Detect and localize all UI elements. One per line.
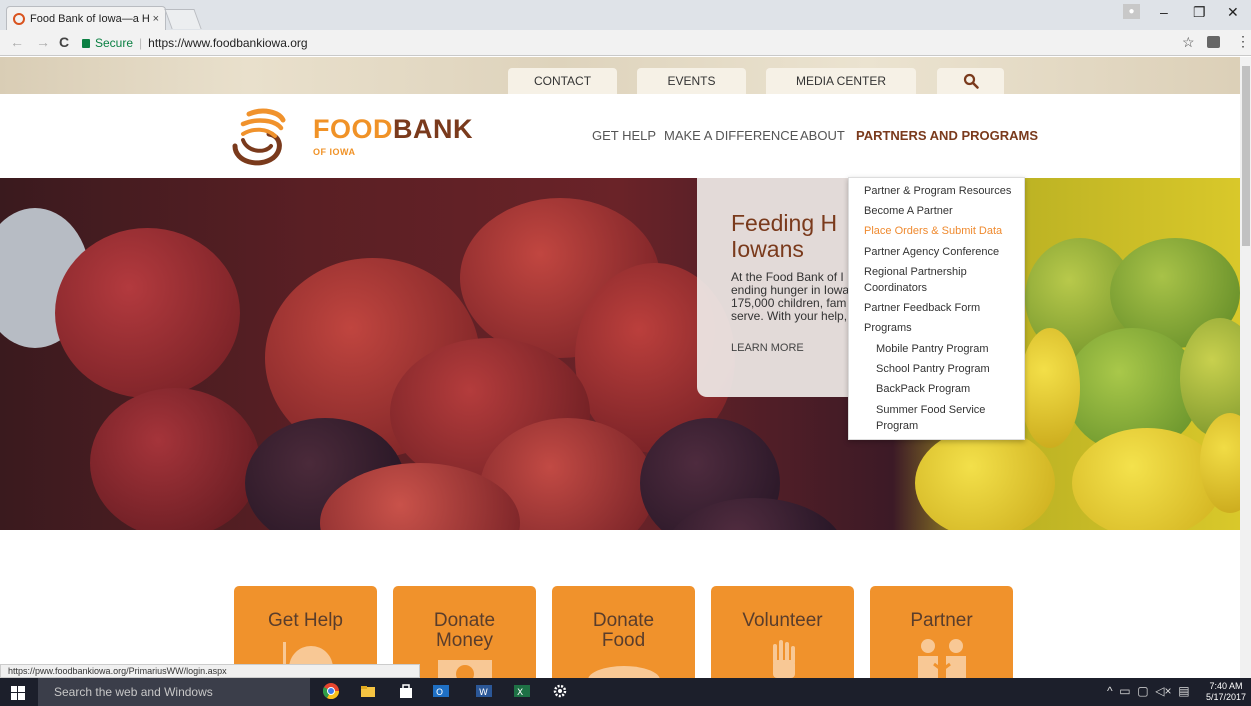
hero-pomegranate	[90, 388, 260, 530]
menu-item-become-a-partner[interactable]: Become A Partner	[864, 203, 1022, 219]
tile-label: Partner	[910, 610, 973, 631]
tile-label: Money	[435, 630, 494, 651]
windows-start-icon[interactable]	[11, 686, 25, 700]
hand-icon	[772, 640, 795, 678]
menu-item-summer-food-service[interactable]: Summer Food Service Program	[876, 402, 996, 434]
nav-make-a-difference[interactable]: MAKE A DIFFERENCE	[664, 128, 798, 143]
hero-lemon	[1020, 328, 1080, 448]
handshake-icon	[917, 639, 966, 678]
utility-media-center[interactable]: MEDIA CENTER	[766, 68, 916, 94]
menu-item-partner-program-resources[interactable]: Partner & Program Resources	[864, 183, 1022, 199]
system-tray-icons[interactable]: ^ ▭ ▢ ◁× ▤	[1107, 684, 1190, 698]
menu-item-backpack[interactable]: BackPack Program	[876, 381, 1016, 397]
close-window-icon[interactable]: ✕	[1227, 4, 1239, 21]
utility-events[interactable]: EVENTS	[637, 68, 746, 94]
settings-gear-icon[interactable]	[552, 683, 568, 699]
tab-close-icon[interactable]: ×	[153, 13, 159, 25]
excel-icon[interactable]: X	[514, 683, 530, 699]
tab-title: Food Bank of Iowa—a H	[30, 12, 149, 25]
utility-strip	[0, 57, 1240, 94]
hero-title: Feeding H Iowans	[731, 210, 837, 262]
logo-subtitle: OF IOWA	[313, 147, 356, 157]
hero-title-line1: Feeding H	[731, 210, 838, 236]
extension-icon[interactable]	[1207, 36, 1220, 48]
food-bank-logo-icon[interactable]	[229, 106, 293, 168]
status-bar-url: https://pww.foodbankiowa.org/PrimariusWW…	[0, 664, 420, 678]
tile-donate-food[interactable]: Donate Food	[552, 586, 695, 678]
search-icon	[963, 73, 979, 89]
hero-image	[0, 178, 1240, 530]
browser-tab[interactable]: Food Bank of Iowa—a H ×	[6, 6, 166, 30]
tile-partner[interactable]: Partner	[870, 586, 1013, 678]
minimize-icon[interactable]: –	[1160, 4, 1168, 20]
taskbar-clock[interactable]: 7:40 AM 5/17/2017	[1206, 681, 1246, 703]
hero-lemon	[915, 428, 1055, 530]
file-explorer-icon[interactable]	[360, 683, 376, 699]
word-icon[interactable]: W	[476, 683, 492, 699]
learn-more-link[interactable]: LEARN MORE	[731, 342, 804, 354]
menu-item-regional-partnership-coordinators[interactable]: Regional Partnership Coordinators	[864, 264, 1004, 296]
svg-text:O: O	[436, 688, 443, 698]
outlook-icon[interactable]: O	[433, 683, 449, 699]
taskbar-search-input[interactable]: Search the web and Windows	[38, 678, 310, 706]
svg-text:X: X	[517, 688, 523, 698]
menu-item-partner-feedback-form[interactable]: Partner Feedback Form	[864, 300, 1022, 316]
tile-label: Donate	[433, 610, 496, 631]
svg-text:W: W	[479, 688, 488, 698]
tile-label: Donate	[592, 610, 655, 631]
utility-contact[interactable]: CONTACT	[508, 68, 617, 94]
tile-label: Food	[601, 630, 646, 651]
nav-partners-and-programs[interactable]: PARTNERS AND PROGRAMS	[856, 128, 1038, 143]
bread-icon	[587, 666, 660, 678]
store-icon[interactable]	[398, 683, 414, 699]
menu-item-mobile-pantry[interactable]: Mobile Pantry Program	[876, 341, 1016, 357]
hero-lemon	[1072, 428, 1222, 530]
clock-time: 7:40 AM	[1209, 681, 1243, 691]
tile-label: Volunteer	[742, 610, 823, 631]
menu-item-school-pantry[interactable]: School Pantry Program	[876, 361, 1016, 377]
menu-item-place-orders[interactable]: Place Orders & Submit Data	[864, 223, 1022, 239]
lock-icon	[82, 38, 90, 48]
favicon-icon	[13, 12, 25, 25]
scrollbar-thumb[interactable]	[1242, 66, 1250, 246]
chrome-icon[interactable]	[323, 683, 339, 699]
nav-get-help[interactable]: GET HELP	[592, 128, 656, 143]
menu-item-partner-agency-conference[interactable]: Partner Agency Conference	[864, 244, 1022, 260]
menu-item-programs[interactable]: Programs	[864, 320, 1022, 336]
tile-label: Get Help	[268, 610, 343, 631]
logo-bank-text: BANK	[393, 114, 473, 144]
forward-icon[interactable]: →	[36, 34, 50, 50]
nav-about[interactable]: ABOUT	[800, 128, 845, 143]
reload-icon[interactable]: C	[59, 34, 69, 50]
address-bar[interactable]: Secure | https://www.foodbankiowa.org	[82, 33, 1202, 53]
clock-date: 5/17/2017	[1206, 692, 1247, 702]
hero-body: At the Food Bank of I ending hunger in I…	[731, 271, 848, 323]
logo-wordmark[interactable]: FOODBANK	[313, 114, 473, 145]
bookmark-star-icon[interactable]: ☆	[1182, 34, 1195, 51]
money-icon	[437, 660, 492, 678]
maximize-icon[interactable]: ❐	[1193, 4, 1206, 21]
url-text: https://www.foodbankiowa.org	[148, 36, 308, 50]
back-icon[interactable]: ←	[10, 34, 24, 50]
hero-title-line2: Iowans	[731, 236, 804, 262]
browser-menu-icon[interactable]: ⋮	[1236, 33, 1250, 50]
tile-volunteer[interactable]: Volunteer	[711, 586, 854, 678]
url-separator: |	[139, 36, 143, 50]
hero-body-line: serve. With your help,	[731, 309, 848, 323]
logo-food-text: FOOD	[313, 114, 393, 144]
search-button[interactable]	[937, 68, 1004, 94]
profile-icon[interactable]: ●	[1123, 4, 1140, 19]
hero-pomegranate	[55, 228, 240, 398]
secure-label: Secure	[95, 36, 134, 50]
